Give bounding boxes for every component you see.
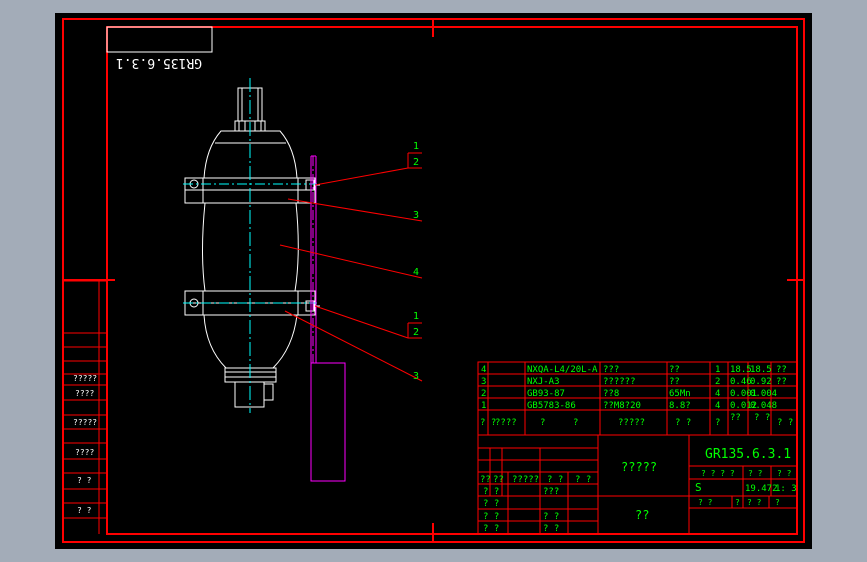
svg-text:? ?: ? ? — [483, 524, 499, 534]
svg-text:??: ?? — [776, 377, 787, 387]
svg-text:NXQA-L4/20L-A: NXQA-L4/20L-A — [527, 365, 598, 375]
svg-text:?: ? — [715, 418, 720, 428]
weight-value: 19.472 — [745, 484, 778, 494]
inner-frame — [106, 26, 798, 535]
svg-text:4: 4 — [481, 365, 486, 375]
svg-text:??: ?? — [730, 413, 741, 423]
svg-text:??: ?? — [480, 475, 491, 485]
svg-text:??????: ?????? — [603, 377, 636, 387]
svg-text:? ?: ? ? — [748, 469, 763, 478]
svg-text:3: 3 — [481, 377, 486, 387]
balloon-label: 2 — [413, 157, 419, 168]
balloon-label: 3 — [413, 371, 419, 382]
svg-text:2: 2 — [715, 377, 720, 387]
svg-text:NXJ-A3: NXJ-A3 — [527, 377, 560, 387]
svg-text:? ?: ? ? — [754, 413, 770, 423]
svg-text:?: ? — [735, 498, 740, 507]
svg-text:??8: ??8 — [603, 389, 619, 399]
company-name: ?? — [635, 508, 649, 522]
part-name: ????? — [621, 460, 657, 474]
balloon-label: 1 — [413, 311, 419, 322]
cad-viewport[interactable]: GR135.6.3.1 ????? ???? ????? ???? ? ? ? … — [55, 13, 812, 549]
svg-text:???: ??? — [543, 487, 559, 497]
svg-text:? ?: ? ? — [698, 498, 713, 507]
balloon-label: 1 — [413, 141, 419, 152]
svg-text:????: ???? — [495, 418, 517, 428]
svg-text:??: ?? — [493, 475, 504, 485]
balloon-label: 3 — [413, 210, 419, 221]
svg-text:4: 4 — [715, 401, 720, 411]
svg-text:0.92: 0.92 — [750, 377, 772, 387]
svg-text:? ?: ? ? — [777, 469, 792, 478]
svg-text:? ?: ? ? — [480, 418, 496, 428]
balloon-label: 4 — [413, 267, 419, 278]
svg-text:18.5: 18.5 — [750, 365, 772, 375]
svg-text:? ?: ? ? — [483, 499, 499, 509]
svg-text:0.46: 0.46 — [730, 377, 752, 387]
svg-text:??: ?? — [669, 365, 680, 375]
svg-text:??M8?20: ??M8?20 — [603, 401, 641, 411]
svg-text:GB93-87: GB93-87 — [527, 389, 565, 399]
svg-text:? ?: ? ? — [547, 475, 563, 485]
balloon-label: 2 — [413, 327, 419, 338]
svg-text:4: 4 — [715, 389, 720, 399]
svg-text:?: ? — [775, 498, 780, 507]
mounting-bracket — [310, 155, 346, 482]
left-strip-label: ????? — [73, 418, 97, 427]
svg-text:?????: ????? — [512, 475, 539, 485]
scale-value: 1: 3 — [775, 484, 797, 494]
svg-text:? ?: ? ? — [575, 475, 591, 485]
svg-text:?????: ????? — [618, 418, 645, 428]
drawing-number-mirrored: GR135.6.3.1 — [116, 55, 202, 70]
left-strip-label: ???? — [75, 389, 94, 398]
left-strip-label: ? ? — [77, 506, 92, 515]
svg-text:??: ?? — [776, 365, 787, 375]
svg-text:?: ? — [540, 418, 545, 428]
svg-text:GB5783-86: GB5783-86 — [527, 401, 576, 411]
drawing-canvas: GR135.6.3.1 ????? ???? ????? ???? ? ? ? … — [62, 18, 805, 543]
svg-text:???: ??? — [603, 365, 619, 375]
svg-text:? ?: ? ? — [543, 512, 559, 522]
left-strip-table — [63, 280, 107, 534]
left-strip-label: ???? — [75, 448, 94, 457]
svg-text:18.5: 18.5 — [730, 365, 752, 375]
svg-text:? ?: ? ? — [483, 487, 499, 497]
svg-text:? ?: ? ? — [675, 418, 691, 428]
svg-text:? ?: ? ? — [747, 498, 762, 507]
left-strip-label: ????? — [73, 374, 97, 383]
svg-text:? ?: ? ? — [543, 524, 559, 534]
svg-text:2: 2 — [481, 389, 486, 399]
svg-text:0.048: 0.048 — [750, 401, 777, 411]
drawing-number: GR135.6.3.1 — [705, 447, 791, 462]
leader-lines — [279, 152, 423, 382]
stage-value: S — [695, 481, 702, 494]
drawing-number-box — [106, 26, 213, 53]
svg-text:1: 1 — [481, 401, 486, 411]
svg-text:? ?: ? ? — [483, 512, 499, 522]
svg-text:1: 1 — [715, 365, 720, 375]
svg-text:0.004: 0.004 — [750, 389, 777, 399]
svg-text:65Mn: 65Mn — [669, 389, 691, 399]
svg-text:? ? ? ?: ? ? ? ? — [701, 469, 735, 478]
left-strip-label: ? ? — [77, 476, 92, 485]
svg-text:?: ? — [573, 418, 578, 428]
accumulator-drawing — [184, 87, 320, 408]
svg-text:??: ?? — [669, 377, 680, 387]
svg-text:? ?: ? ? — [777, 418, 793, 428]
svg-text:8.8?: 8.8? — [669, 401, 691, 411]
outer-frame — [62, 18, 805, 543]
